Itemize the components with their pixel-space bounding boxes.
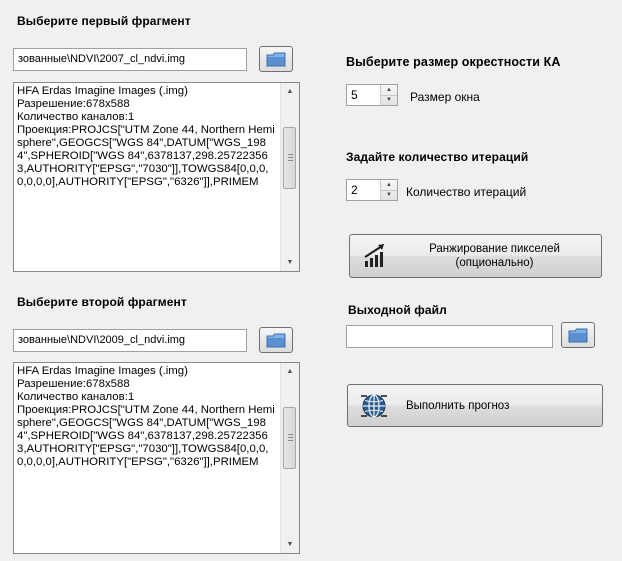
iterations-spinner[interactable]: 2 ▲ ▼ [346,179,398,201]
fragment1-info-text: HFA Erdas Imagine Images (.img) Разрешен… [17,85,275,188]
bar-chart-arrow-icon [364,244,384,267]
fragment2-browse-button[interactable] [259,327,293,353]
fragment1-scrollbar[interactable]: ▲ ▼ [280,83,299,271]
iterations-heading: Задайте количество итераций [346,150,529,164]
rank-pixels-button[interactable]: Ранжирование пикселей (опционально) [349,234,602,278]
scroll-down-arrow-icon[interactable]: ▼ [281,254,299,271]
rank-pixels-label-line2: (опционально) [455,257,534,269]
scroll-up-arrow-icon[interactable]: ▲ [281,83,299,100]
fragment2-path-input[interactable]: зованные\NDVI\2009_cl_ndvi.img [13,329,247,352]
fragment1-path-input[interactable]: зованные\NDVI\2007_cl_ndvi.img [13,48,247,71]
neighborhood-heading: Выберите размер окрестности КА [346,55,561,69]
iterations-value[interactable]: 2 [351,180,358,200]
run-forecast-button[interactable]: Выполнить прогноз [347,384,603,427]
folder-icon [568,328,588,342]
spin-down-arrow-icon[interactable]: ▼ [381,95,397,105]
spin-down-arrow-icon[interactable]: ▼ [381,190,397,200]
rank-pixels-label-line1: Ранжирование пикселей [429,243,560,255]
scrollbar-thumb[interactable] [283,407,296,469]
rank-pixels-label: Ранжирование пикселей (опционально) [388,242,601,270]
run-forecast-label: Выполнить прогноз [406,399,510,412]
scroll-down-arrow-icon[interactable]: ▼ [281,536,299,553]
output-heading: Выходной файл [348,303,447,317]
fragment2-info-box[interactable]: HFA Erdas Imagine Images (.img) Разрешен… [13,362,300,554]
window-size-value[interactable]: 5 [351,85,358,105]
folder-icon [266,333,286,347]
output-file-input[interactable] [346,325,553,348]
globe-icon [361,393,387,418]
folder-icon [266,52,286,66]
window-size-spinner[interactable]: 5 ▲ ▼ [346,84,398,106]
fragment2-scrollbar[interactable]: ▲ ▼ [280,363,299,553]
scrollbar-thumb[interactable] [283,127,296,189]
fragment2-info-text: HFA Erdas Imagine Images (.img) Разрешен… [17,365,275,468]
fragment1-browse-button[interactable] [259,46,293,72]
output-browse-button[interactable] [561,322,595,348]
scroll-up-arrow-icon[interactable]: ▲ [281,363,299,380]
window-size-label: Размер окна [410,90,480,104]
fragment1-heading: Выберите первый фрагмент [17,14,191,28]
iterations-label: Количество итераций [406,185,527,199]
fragment1-info-box[interactable]: HFA Erdas Imagine Images (.img) Разрешен… [13,82,300,272]
fragment2-heading: Выберите второй фрагмент [17,295,187,309]
